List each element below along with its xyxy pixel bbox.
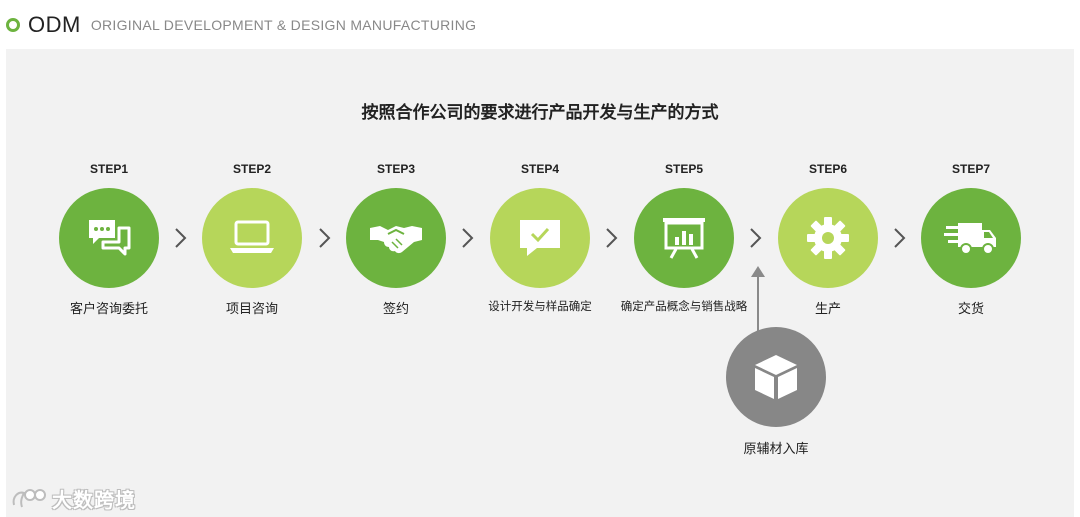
step-name: 签约: [382, 302, 409, 317]
laptop-icon: [230, 220, 274, 253]
step-3: STEP3 签约: [316, 160, 476, 317]
step-label: STEP7: [951, 162, 990, 176]
step-circle: [59, 188, 159, 288]
check-message-icon: [520, 220, 560, 256]
chat-icon: [89, 220, 131, 256]
watermark-text: 大数跨境: [52, 488, 136, 512]
box-icon: [755, 355, 797, 399]
step-label: STEP6: [808, 162, 847, 176]
header-subtitle: ORIGINAL DEVELOPMENT & DESIGN MANUFACTUR…: [90, 17, 477, 33]
header: ODM ORIGINAL DEVELOPMENT & DESIGN MANUFA…: [6, 10, 476, 40]
step-circle: [346, 188, 446, 288]
raw-material-name: 原辅材入库: [743, 442, 809, 457]
step-circle: [778, 188, 878, 288]
step-1: STEP1 客户咨询委托: [29, 160, 189, 317]
step-label: STEP3: [376, 162, 415, 176]
step-name: 客户咨询委托: [69, 302, 148, 317]
step-circle: [921, 188, 1021, 288]
delivery-truck-icon: [944, 223, 996, 255]
step-name: 生产: [814, 302, 841, 317]
watermark-logo-icon: [12, 488, 46, 507]
step-7: STEP7 交货: [891, 160, 1051, 317]
raw-material-circle: [726, 327, 826, 427]
ring-icon: [6, 18, 20, 32]
step-label: STEP1: [89, 162, 128, 176]
step-6: STEP6 生产: [748, 160, 908, 317]
step-4: STEP4 设计开发与样品确定: [460, 160, 620, 314]
step-circle: [202, 188, 302, 288]
main-title: 按照合作公司的要求进行产品开发与生产的方式: [361, 103, 719, 123]
step-label: STEP2: [232, 162, 271, 176]
step-circle: [634, 188, 734, 288]
handshake-icon: [370, 226, 422, 254]
header-title: ODM: [28, 12, 81, 37]
step-name: 设计开发与样品确定: [488, 299, 592, 313]
step-name: 项目咨询: [225, 302, 278, 317]
step-label: STEP5: [664, 162, 703, 176]
step-name: 交货: [957, 302, 984, 317]
feed-arrow-line: [757, 276, 759, 336]
watermark: 大数跨境: [10, 484, 136, 513]
arrow-up-icon: [751, 266, 765, 277]
gear-icon: [807, 217, 849, 259]
step-circle: [490, 188, 590, 288]
presentation-chart-icon: [663, 218, 705, 259]
step-5: STEP5 确定产品概念与销售战略: [604, 160, 764, 314]
step-name: 确定产品概念与销售战略: [620, 299, 748, 313]
step-label: STEP4: [520, 162, 559, 176]
step-2: STEP2 项目咨询: [172, 160, 332, 317]
